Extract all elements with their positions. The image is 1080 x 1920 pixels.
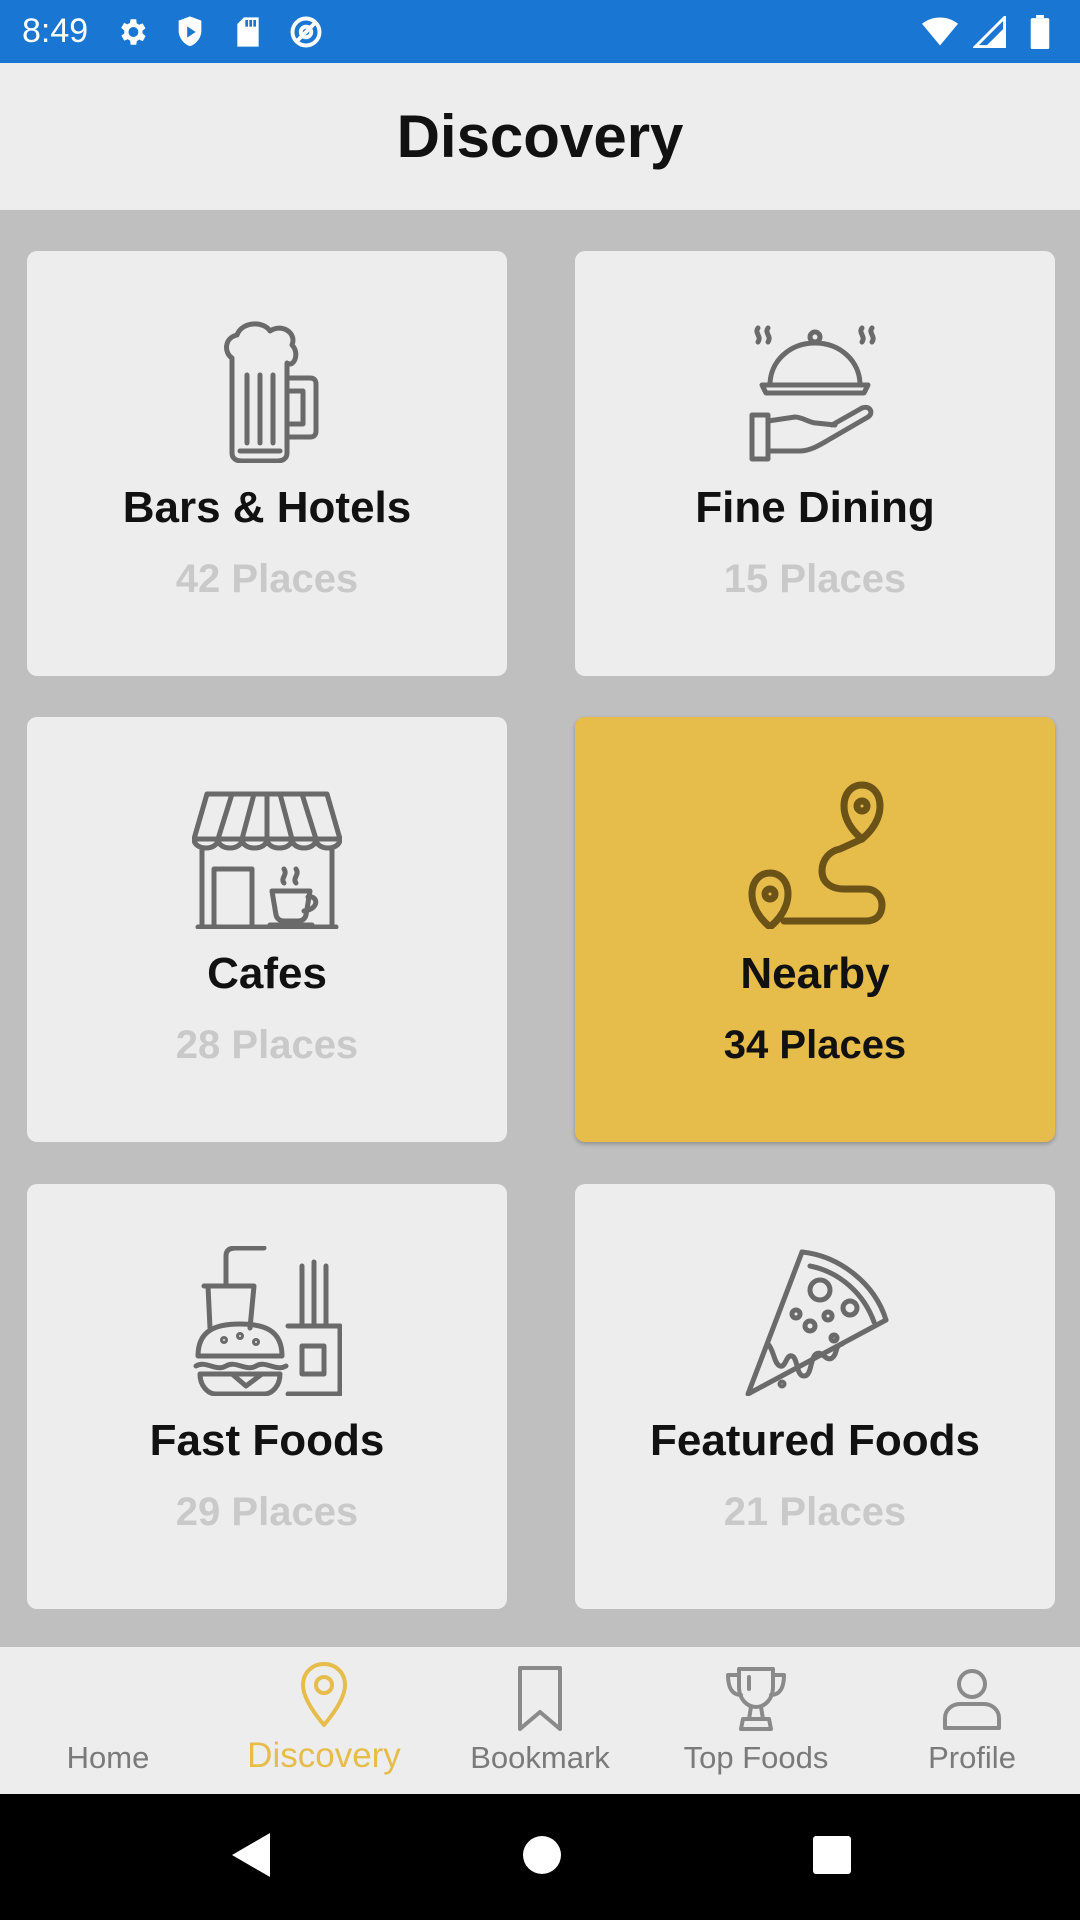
card-count: 34 Places — [723, 1023, 907, 1067]
back-icon[interactable] — [228, 1831, 272, 1884]
category-card-fast-foods[interactable]: Fast Foods 29 Places — [27, 1184, 507, 1609]
card-count: 42 Places — [175, 557, 359, 601]
at-sign-icon — [288, 14, 324, 50]
card-title: Nearby — [740, 949, 890, 998]
card-title: Cafes — [207, 949, 327, 998]
status-time: 8:49 — [22, 12, 89, 50]
card-title: Fine Dining — [695, 483, 935, 532]
system-navigation-bar — [0, 1794, 1080, 1920]
recents-icon[interactable] — [812, 1835, 852, 1880]
nav-top-foods[interactable]: Top Foods — [648, 1647, 864, 1794]
sd-card-icon — [230, 14, 266, 50]
home-icon[interactable] — [522, 1835, 562, 1880]
battery-icon — [1022, 14, 1058, 50]
card-count: 15 Places — [723, 557, 907, 601]
trophy-icon — [725, 1664, 787, 1734]
route-pin-icon — [740, 779, 890, 929]
person-icon — [942, 1664, 1002, 1734]
category-card-bars-hotels[interactable]: Bars & Hotels 42 Places — [27, 251, 507, 676]
nav-bookmark[interactable]: Bookmark — [432, 1647, 648, 1794]
status-bar: 8:49 — [0, 0, 1080, 63]
card-count: 28 Places — [175, 1023, 359, 1067]
bookmark-icon — [517, 1664, 563, 1734]
category-grid: Bars & Hotels 42 Places Fine Dining 15 P… — [0, 210, 1080, 1647]
card-title: Fast Foods — [149, 1416, 385, 1465]
burger-drink-fries-icon — [192, 1246, 342, 1396]
nav-label: Discovery — [247, 1736, 401, 1775]
cloche-serving-icon — [740, 313, 890, 463]
play-protect-icon — [172, 14, 208, 50]
page-title: Discovery — [396, 103, 684, 170]
nav-label: Home — [66, 1740, 150, 1775]
nav-discovery[interactable]: Discovery — [216, 1647, 432, 1794]
settings-gear-icon — [114, 14, 150, 50]
nav-profile[interactable]: Profile — [864, 1647, 1080, 1794]
category-card-fine-dining[interactable]: Fine Dining 15 Places — [575, 251, 1055, 676]
nav-label: Profile — [928, 1740, 1016, 1775]
category-card-cafes[interactable]: Cafes 28 Places — [27, 717, 507, 1142]
cell-signal-icon — [972, 14, 1008, 50]
nav-home[interactable]: Home — [0, 1647, 216, 1794]
category-card-nearby[interactable]: Nearby 34 Places — [575, 717, 1055, 1142]
bottom-navigation: Home Discovery Bookmark Top Foods Profil… — [0, 1647, 1080, 1794]
category-card-featured-foods[interactable]: Featured Foods 21 Places — [575, 1184, 1055, 1609]
wifi-icon — [922, 14, 958, 50]
card-count: 21 Places — [723, 1490, 907, 1534]
card-title: Bars & Hotels — [122, 483, 412, 532]
app-header: Discovery — [0, 63, 1080, 210]
card-count: 29 Places — [175, 1490, 359, 1534]
cafe-store-icon — [192, 779, 342, 929]
pizza-slice-icon — [740, 1246, 890, 1396]
beer-mug-icon — [192, 313, 342, 463]
nav-label: Top Foods — [683, 1740, 829, 1775]
location-pin-icon — [300, 1660, 348, 1730]
nav-label: Bookmark — [470, 1740, 610, 1775]
card-title: Featured Foods — [649, 1416, 981, 1465]
